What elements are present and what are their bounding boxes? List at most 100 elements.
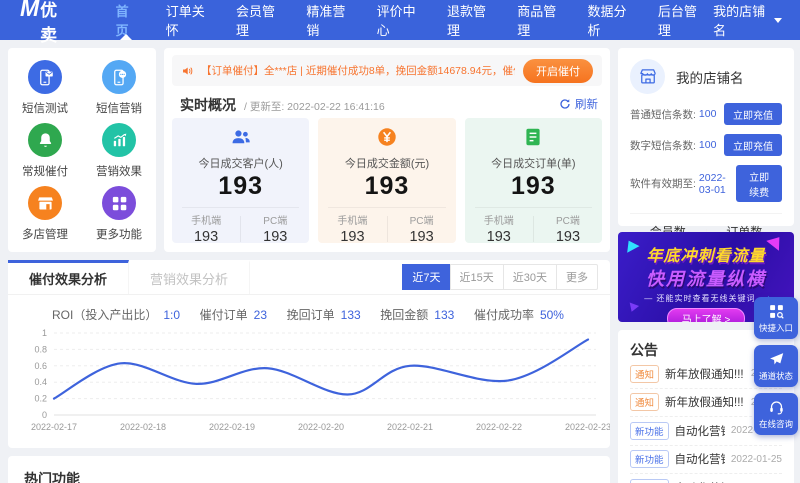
grid-icon: [102, 186, 136, 220]
phone-message-icon: [28, 60, 62, 94]
stat-card-title: 今日成交订单(单): [491, 158, 576, 170]
quick-menu-item[interactable]: 多店管理: [8, 186, 82, 249]
grid-search-icon: [754, 303, 798, 320]
date-range-button[interactable]: 更多: [556, 264, 598, 290]
quick-menu-item[interactable]: 短信营销: [82, 60, 156, 123]
order-doc-icon: [522, 126, 544, 153]
announcement-badge: 新功能: [630, 421, 669, 440]
quick-menu-label: 常规催付: [22, 166, 68, 178]
nav-item-label: 数据分析: [587, 4, 627, 38]
shop-header: 我的店铺名: [630, 59, 782, 94]
pc-stat: PC端 193: [409, 216, 434, 245]
nav-item[interactable]: 数据分析: [573, 0, 643, 40]
quick-menu-label: 营销效果: [96, 166, 142, 178]
mobile-stat: 手机端 193: [483, 216, 514, 245]
stat-card: 今日成交订单(单) 193 手机端 193 PC端 193: [464, 118, 602, 245]
date-range-buttons: 近7天 近15天 近30天 更多: [402, 264, 598, 290]
announcement-text: 新年放假通知!!!: [665, 397, 744, 410]
analysis-stat-value: 133: [340, 308, 361, 322]
account-menu[interactable]: 我的店铺名: [713, 1, 782, 39]
refresh-label: 刷新: [575, 99, 598, 111]
analysis-tab[interactable]: 催付效果分析: [8, 260, 130, 294]
nav-item[interactable]: 退款管理: [432, 0, 502, 40]
analysis-stat: ROI（投入产出比） 1:0: [52, 308, 181, 322]
announcement-row[interactable]: 新功能 自动化营销功能上线 2022-01-25: [630, 474, 782, 483]
mobile-stat: 手机端 193: [337, 216, 368, 245]
nav-item-label: 精准营销: [306, 4, 346, 38]
account-name: 我的店铺名: [713, 4, 766, 38]
stat-cards: 今日成交客户(人) 193 手机端 193 PC端 193 今日成交金额(元) …: [172, 118, 602, 245]
dashboard-page: M 优卖 首页 订单关怀 会员管理 精准营销 评价中心 退款管理 商品管理 数据…: [0, 0, 800, 483]
stat-card: 今日成交金额(元) 193 手机端 193 PC端 193: [318, 118, 456, 245]
svg-text:2022-02-21: 2022-02-21: [387, 422, 433, 432]
nav-item[interactable]: 评价中心: [362, 0, 432, 40]
nav-item-label: 商品管理: [517, 4, 557, 38]
users-icon: [230, 126, 252, 153]
shop-info-card: 我的店铺名 普通短信条数: 100 立即充值 数字短信条数: 100 立即充值 …: [618, 48, 794, 265]
nav-item[interactable]: 订单关怀: [151, 0, 221, 40]
phone-chat-icon: [102, 60, 136, 94]
speaker-icon: [183, 66, 193, 75]
quick-menu-label: 短信营销: [96, 103, 142, 115]
announcement-text: 自动化营销功能上线: [674, 454, 725, 467]
stat-card-value: 193: [364, 172, 410, 200]
nav-item-label: 会员管理: [236, 4, 276, 38]
floating-button[interactable]: 在线咨询: [754, 393, 798, 435]
announcement-row[interactable]: 新功能 自动化营销功能上线 2022-01-25: [630, 446, 782, 474]
hot-functions-panel: 热门功能: [8, 456, 610, 483]
announcement-badge: 新功能: [630, 479, 669, 483]
realtime-header: 实时概况 / 更新至: 2022-02-22 16:41:16 刷新: [180, 95, 598, 115]
stat-card-breakdown: 手机端 193 PC端 193: [172, 212, 309, 245]
stat-card-breakdown: 手机端 193 PC端 193: [465, 212, 602, 245]
svg-text:0.4: 0.4: [34, 377, 47, 387]
shop-name: 我的店铺名: [676, 70, 744, 86]
pc-stat: PC端 193: [555, 216, 581, 245]
analysis-stat-value: 50%: [539, 308, 564, 322]
svg-text:0.6: 0.6: [34, 361, 47, 371]
shop-row: 普通短信条数: 100 立即充值: [630, 103, 782, 125]
start-reminder-button[interactable]: 开启催付: [523, 58, 593, 83]
chart-up-icon: [102, 123, 136, 157]
quick-menu-item[interactable]: 短信测试: [8, 60, 82, 123]
announcement-text: 自动化营销功能上线: [674, 425, 725, 438]
floating-button[interactable]: 快捷入口: [754, 297, 798, 339]
quick-menu-label: 更多功能: [96, 229, 142, 241]
stat-card: 今日成交客户(人) 193 手机端 193 PC端 193: [172, 118, 310, 245]
top-navbar: M 优卖 首页 订单关怀 会员管理 精准营销 评价中心 退款管理 商品管理 数据…: [0, 0, 800, 45]
quick-menu-item[interactable]: 营销效果: [82, 123, 156, 186]
divider: [182, 207, 300, 208]
updated-timestamp: / 更新至: 2022-02-22 16:41:16: [244, 101, 385, 113]
svg-text:0.2: 0.2: [34, 394, 47, 404]
recharge-button[interactable]: 立即充值: [724, 134, 782, 156]
nav-item[interactable]: 后台管理: [643, 0, 713, 40]
analysis-stat: 挽回订单 133: [286, 308, 361, 322]
app-logo: M 优卖: [20, 0, 67, 46]
headset-icon: [754, 399, 798, 416]
quick-menu-item[interactable]: 常规催付: [8, 123, 82, 186]
svg-text:0.8: 0.8: [34, 344, 47, 354]
date-range-button[interactable]: 近7天: [402, 264, 451, 290]
analysis-stat-value: 23: [253, 308, 268, 322]
nav-item[interactable]: 精准营销: [291, 0, 361, 40]
stat-card-title: 今日成交客户(人): [198, 158, 283, 170]
refresh-button[interactable]: 刷新: [559, 96, 598, 112]
nav-item-label: 首页: [115, 4, 129, 38]
recharge-button[interactable]: 立即续费: [736, 165, 782, 202]
analysis-tab[interactable]: 营销效果分析: [129, 260, 251, 294]
quick-menu-panel: 短信测试 短信营销 常规催付 营销效果 多店管理 更多功能: [8, 48, 156, 252]
recharge-button[interactable]: 立即充值: [724, 103, 782, 125]
mobile-stat: 手机端 193: [191, 216, 222, 245]
banner-cta-button[interactable]: 马上了解 >: [666, 308, 746, 322]
shopfront-icon: [630, 59, 665, 94]
nav-item[interactable]: 会员管理: [221, 0, 291, 40]
nav-item[interactable]: 首页: [101, 0, 151, 40]
analysis-stat-value: 1:0: [163, 308, 181, 322]
date-range-button[interactable]: 近15天: [449, 264, 504, 290]
quick-menu-item[interactable]: 更多功能: [82, 186, 156, 249]
shop-row: 数字短信条数: 100 立即充值: [630, 134, 782, 156]
nav-item[interactable]: 商品管理: [502, 0, 572, 40]
announcement-badge: 通知: [630, 364, 660, 383]
floating-button[interactable]: 通道状态: [754, 345, 798, 387]
date-range-button[interactable]: 近30天: [502, 264, 557, 290]
quick-menu-label: 短信测试: [22, 103, 68, 115]
